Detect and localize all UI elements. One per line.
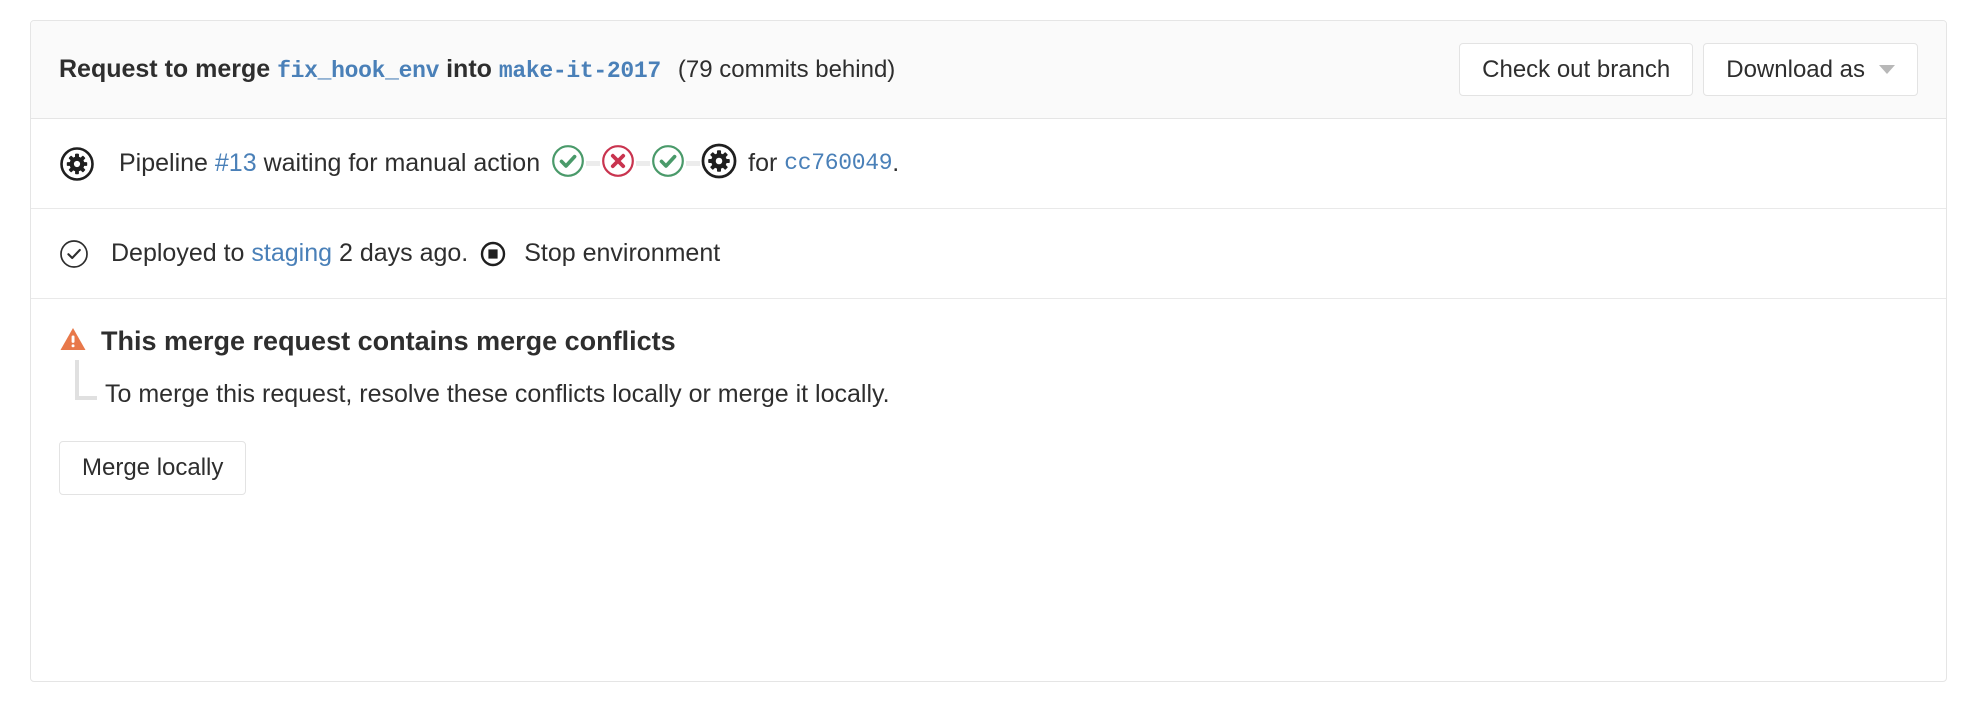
merge-conflict-description: To merge this request, resolve these con… bbox=[105, 380, 890, 408]
stage-status-failed[interactable] bbox=[600, 143, 636, 184]
merge-request-header: Request to merge fix_hook_env into make-… bbox=[31, 21, 1946, 119]
merge-conflict-description-wrapper: To merge this request, resolve these con… bbox=[59, 360, 1918, 408]
stage-connector bbox=[586, 161, 601, 166]
warning-triangle-icon bbox=[59, 325, 87, 358]
merge-request-title-into: into bbox=[446, 54, 492, 83]
chevron-down-icon bbox=[1879, 65, 1895, 74]
pipeline-id-link[interactable]: #13 bbox=[215, 151, 257, 176]
pipeline-period: . bbox=[892, 149, 900, 177]
merge-locally-button[interactable]: Merge locally bbox=[59, 441, 247, 495]
deployment-prefix: Deployed to bbox=[111, 239, 245, 267]
deployment-time-ago: 2 days ago. bbox=[338, 239, 469, 267]
pipeline-for-label: for bbox=[748, 149, 778, 177]
stage-status-success[interactable] bbox=[650, 143, 686, 184]
pipeline-status-text: Pipeline #13 waiting for manual action f… bbox=[119, 142, 899, 185]
header-actions: Check out branch Download as bbox=[1459, 42, 1918, 97]
download-as-label: Download as bbox=[1726, 55, 1865, 83]
pipeline-stage-list bbox=[550, 142, 738, 185]
merge-conflict-title-text: This merge request contains merge confli… bbox=[101, 326, 676, 356]
environment-link[interactable]: staging bbox=[251, 241, 332, 266]
merge-conflict-section: This merge request contains merge confli… bbox=[31, 299, 1946, 525]
stage-connector bbox=[636, 161, 651, 166]
stage-status-manual[interactable] bbox=[700, 142, 738, 185]
commits-behind-label: (79 commits behind) bbox=[677, 55, 896, 83]
stop-environment-icon[interactable] bbox=[480, 241, 506, 267]
deployment-status-text: Deployed to staging 2 days ago. Stop env… bbox=[111, 241, 720, 267]
stage-status-success[interactable] bbox=[550, 143, 586, 184]
pipeline-status-row: Pipeline #13 waiting for manual action f… bbox=[31, 119, 1946, 209]
check-out-branch-button[interactable]: Check out branch bbox=[1459, 42, 1694, 97]
deployment-status-row: Deployed to staging 2 days ago. Stop env… bbox=[31, 209, 1946, 299]
pipeline-label: Pipeline bbox=[119, 149, 208, 177]
merge-request-title: Request to merge fix_hook_env into make-… bbox=[59, 54, 1459, 84]
merge-request-title-prefix: Request to merge bbox=[59, 54, 271, 83]
commit-sha-link[interactable]: cc760049 bbox=[784, 152, 892, 175]
download-as-button[interactable]: Download as bbox=[1703, 42, 1918, 97]
stage-connector bbox=[686, 161, 701, 166]
pipeline-manual-gear-icon bbox=[59, 146, 95, 182]
stop-environment-label[interactable]: Stop environment bbox=[524, 241, 720, 266]
merge-conflict-title: This merge request contains merge confli… bbox=[59, 325, 1918, 358]
tree-elbow-connector bbox=[75, 360, 97, 400]
merge-request-widget: Request to merge fix_hook_env into make-… bbox=[30, 20, 1947, 682]
source-branch-link[interactable]: fix_hook_env bbox=[277, 58, 439, 84]
merge-conflict-actions: Merge locally bbox=[59, 441, 1918, 525]
target-branch-link[interactable]: make-it-2017 bbox=[499, 58, 661, 84]
check-circle-icon bbox=[59, 239, 89, 269]
pipeline-status-message: waiting for manual action bbox=[263, 149, 541, 177]
